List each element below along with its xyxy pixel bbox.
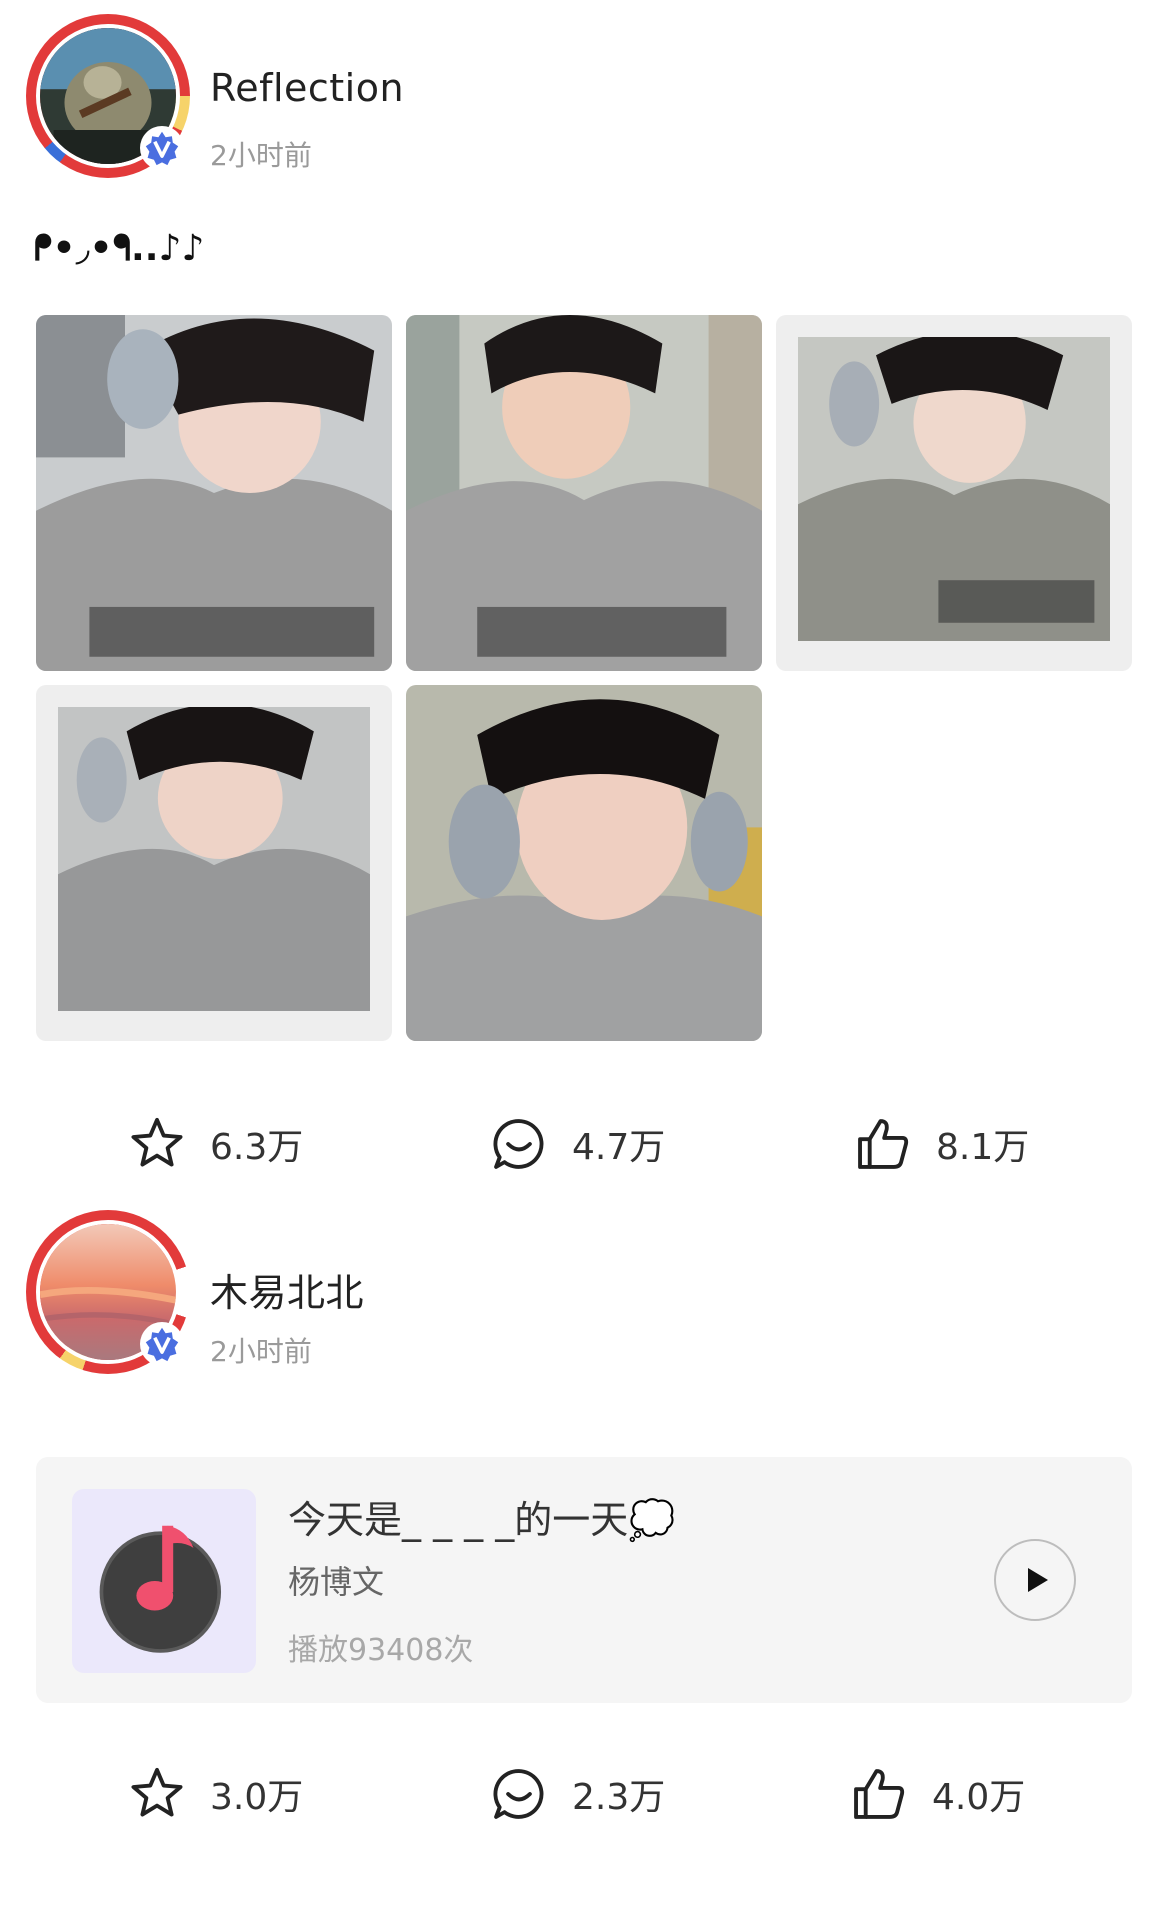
post-photo[interactable] <box>406 685 762 1041</box>
play-icon <box>1028 1568 1048 1592</box>
song-artist: 杨博文 <box>288 1563 385 1601</box>
thumbs-up-icon <box>854 1769 905 1819</box>
post-photo[interactable] <box>406 315 762 671</box>
verified-badge-icon <box>140 126 184 170</box>
like-button[interactable]: 4.0万 <box>850 1754 1025 1834</box>
comment-count: 2.3万 <box>572 1777 666 1818</box>
comment-bubble-icon <box>493 1119 544 1169</box>
action-bar: 6.3万 4.7万 8.1万 <box>0 1104 1166 1184</box>
verified-badge-icon <box>140 1322 184 1366</box>
action-bar: 3.0万 2.3万 4.0万 <box>0 1754 1166 1834</box>
post-time: 2小时前 <box>210 1335 312 1368</box>
comment-bubble-icon <box>493 1769 544 1819</box>
music-cover <box>72 1489 256 1673</box>
post-photo[interactable] <box>36 685 392 1041</box>
post-photo[interactable] <box>36 315 392 671</box>
star-outline-icon <box>131 1767 183 1817</box>
post-time: 2小时前 <box>210 139 312 172</box>
like-count: 4.0万 <box>932 1777 1026 1818</box>
avatar[interactable] <box>26 1210 190 1374</box>
play-button[interactable] <box>994 1539 1076 1621</box>
favorite-count: 3.0万 <box>210 1777 304 1818</box>
post-photo[interactable] <box>776 315 1132 671</box>
comment-button[interactable]: 4.7万 <box>490 1104 665 1184</box>
music-note-icon <box>99 1525 222 1653</box>
comment-count: 4.7万 <box>572 1127 666 1168</box>
music-card[interactable]: 今天是_ _ _ _的一天💭 杨博文 播放93408次 <box>36 1457 1132 1703</box>
username[interactable]: 木易北北 <box>210 1262 364 1317</box>
like-count: 8.1万 <box>936 1127 1030 1168</box>
username[interactable]: Reflection <box>210 66 404 110</box>
like-button[interactable]: 8.1万 <box>854 1104 1029 1184</box>
favorite-button[interactable]: 6.3万 <box>128 1104 303 1184</box>
favorite-button[interactable]: 3.0万 <box>128 1754 303 1834</box>
comment-button[interactable]: 2.3万 <box>490 1754 665 1834</box>
star-outline-icon <box>131 1117 183 1167</box>
post-text: ᖰ•◞•ᖳ..♪♪ <box>34 228 205 269</box>
photo-grid <box>36 315 1136 1045</box>
favorite-count: 6.3万 <box>210 1127 304 1168</box>
feed-post: 木易北北 2小时前 今天是_ _ _ _的一天💭 杨博文 播放93408次 3.… <box>0 1210 1166 1905</box>
feed-post: Reflection 2小时前 ᖰ•◞•ᖳ..♪♪ 6.3万 4.7万 8.1万 <box>0 0 1166 1190</box>
song-title: 今天是_ _ _ _的一天💭 <box>288 1498 676 1542</box>
avatar[interactable] <box>26 14 190 178</box>
play-count: 播放93408次 <box>288 1633 474 1668</box>
thumbs-up-icon <box>858 1119 909 1169</box>
